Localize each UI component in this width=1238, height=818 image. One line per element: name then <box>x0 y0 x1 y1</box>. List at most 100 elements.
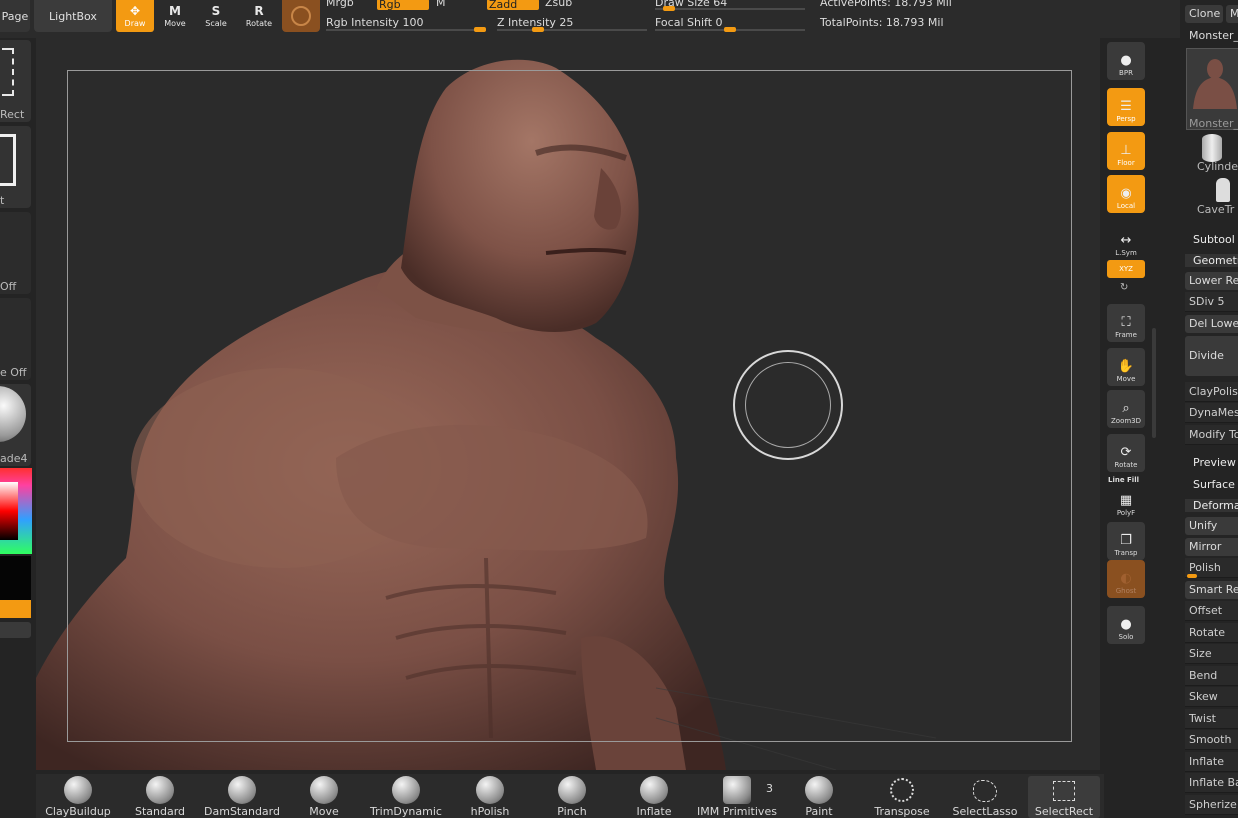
texture-off-label-2: e Off <box>0 366 27 379</box>
polyf-button[interactable]: ▦ PolyF <box>1107 482 1145 520</box>
total-points: TotalPoints: 18.793 Mil <box>820 16 944 29</box>
zsub-toggle[interactable]: Zsub <box>545 0 572 9</box>
z-intensity-knob[interactable] <box>531 27 544 32</box>
brush-selectrect[interactable]: SelectRect <box>1028 776 1100 818</box>
xyz-button[interactable]: XYZ <box>1107 260 1145 278</box>
make-polymesh-button[interactable]: M <box>1226 5 1238 23</box>
rgb-intensity-slider[interactable]: Rgb Intensity 100 <box>326 16 423 29</box>
deform-size[interactable]: Size <box>1185 644 1238 664</box>
deformation-header[interactable]: Deformat <box>1185 499 1238 512</box>
deform-spherize[interactable]: Spherize <box>1185 795 1238 815</box>
swatch-button[interactable] <box>0 622 31 638</box>
brush-standard[interactable]: Standard <box>128 776 192 818</box>
page-button[interactable]: Page <box>0 0 30 32</box>
brush-cursor-inner <box>745 362 831 448</box>
selectrect-icon <box>1053 781 1075 801</box>
frame-button[interactable]: ⛶ Frame <box>1107 304 1145 342</box>
scale-button[interactable]: S Scale <box>197 0 235 32</box>
lsym-button[interactable]: ↔ L.Sym <box>1107 222 1145 260</box>
deform-offset[interactable]: Offset <box>1185 601 1238 621</box>
hand-icon: ✋ <box>1117 359 1135 374</box>
cylinder-tool[interactable]: Cylinde <box>1197 160 1238 173</box>
cave-troll-tool[interactable]: CaveTr <box>1197 203 1234 216</box>
deform-inflate-balloon[interactable]: Inflate Bal <box>1185 773 1238 793</box>
lower-res-button[interactable]: Lower Res <box>1185 272 1238 290</box>
pinch-icon <box>558 776 586 804</box>
rgb-toggle[interactable]: Rgb <box>377 0 429 10</box>
secondary-color[interactable] <box>0 556 31 600</box>
viewport-move-button[interactable]: ✋ Move <box>1107 348 1145 386</box>
deform-smart-resym[interactable]: Smart ReS <box>1185 581 1238 599</box>
claypolish-section[interactable]: ClayPolish <box>1185 382 1238 402</box>
transp-button[interactable]: ❐ Transp <box>1107 522 1145 560</box>
brush-damstandard[interactable]: DamStandard <box>204 776 280 818</box>
clone-button[interactable]: Clone <box>1185 5 1223 23</box>
deform-skew[interactable]: Skew <box>1185 687 1238 707</box>
tool-thumbnail[interactable]: Monster_ <box>1186 48 1238 130</box>
geometry-header[interactable]: Geometr <box>1185 254 1238 267</box>
brush-transpose[interactable]: Transpose <box>870 776 934 818</box>
bpr-button[interactable]: ● BPR <box>1107 42 1145 80</box>
draw-size-track[interactable] <box>655 8 805 10</box>
zbrush-window: Page LightBox ✥ Draw M Move S Scale R Ro… <box>0 0 1238 818</box>
rgb-intensity-track[interactable] <box>326 29 486 31</box>
trimdynamic-icon <box>392 776 420 804</box>
m-toggle[interactable]: M <box>436 0 446 9</box>
mrgb-toggle[interactable]: Mrgb <box>326 0 354 9</box>
brush-selectlasso[interactable]: SelectLasso <box>950 776 1020 818</box>
brush-pinch[interactable]: Pinch <box>544 776 600 818</box>
brush-hpolish[interactable]: hPolish <box>460 776 520 818</box>
move-button[interactable]: M Move <box>156 0 194 32</box>
document-frame <box>67 70 1072 742</box>
deform-rotate[interactable]: Rotate <box>1185 623 1238 643</box>
brush-trimdynamic[interactable]: TrimDynamic <box>368 776 444 818</box>
divide-button[interactable]: Divide <box>1185 336 1238 376</box>
deform-bend[interactable]: Bend <box>1185 666 1238 686</box>
3d-viewport[interactable] <box>36 38 1100 770</box>
hpolish-icon <box>476 776 504 804</box>
deform-twist[interactable]: Twist <box>1185 709 1238 729</box>
deform-mirror[interactable]: Mirror <box>1185 538 1238 556</box>
solo-button[interactable]: ● Solo <box>1107 606 1145 644</box>
preview-header[interactable]: Preview <box>1193 456 1236 469</box>
local-button[interactable]: ◉ Local <box>1107 175 1145 213</box>
draw-size-knob[interactable] <box>663 6 676 11</box>
brush-inflate[interactable]: Inflate <box>626 776 682 818</box>
zoom3d-button[interactable]: ⌕ Zoom3D <box>1107 390 1145 428</box>
material-swatch[interactable] <box>282 0 320 32</box>
xyz-label: XYZ <box>1119 265 1133 273</box>
lightbox-button[interactable]: LightBox <box>34 0 112 32</box>
focal-shift-slider[interactable]: Focal Shift 0 <box>655 16 723 29</box>
brush-paint[interactable]: Paint <box>796 776 842 818</box>
sdiv-slider[interactable]: SDiv 5 <box>1185 292 1238 312</box>
draw-button[interactable]: ✥ Draw <box>116 0 154 32</box>
alpha-icon <box>0 134 16 186</box>
deform-smooth[interactable]: Smooth <box>1185 730 1238 750</box>
deform-inflate[interactable]: Inflate <box>1185 752 1238 772</box>
surface-header[interactable]: Surface <box>1193 478 1235 491</box>
polish-slider-knob[interactable] <box>1187 574 1197 578</box>
del-lower-button[interactable]: Del Lower <box>1185 315 1238 333</box>
color-square[interactable] <box>0 482 18 540</box>
subtool-header[interactable]: Subtool <box>1193 233 1235 246</box>
viewport-rotate-button[interactable]: ⟳ Rotate <box>1107 434 1145 472</box>
deform-unify[interactable]: Unify <box>1185 517 1238 535</box>
zadd-toggle[interactable]: Zadd <box>487 0 539 10</box>
rotate-axis-icon[interactable]: ↻ <box>1120 282 1128 293</box>
shelf-scrollbar[interactable] <box>1152 328 1156 438</box>
rotate-button[interactable]: R Rotate <box>240 0 278 32</box>
rgb-intensity-knob[interactable] <box>474 27 486 32</box>
brush-move[interactable]: Move <box>298 776 350 818</box>
ghost-button[interactable]: ◐ Ghost <box>1107 560 1145 598</box>
color-picker[interactable] <box>0 468 32 554</box>
brush-claybuildup[interactable]: ClayBuildup <box>42 776 114 818</box>
color-fill-button[interactable] <box>0 600 31 618</box>
persp-button[interactable]: ☰ Persp <box>1107 88 1145 126</box>
zoom-icon: ⌕ <box>1122 401 1130 416</box>
focal-shift-knob[interactable] <box>724 27 736 32</box>
dynamesh-section[interactable]: DynaMesh <box>1185 403 1238 423</box>
alpha-selector[interactable] <box>0 126 31 208</box>
modify-topology-section[interactable]: Modify To <box>1185 425 1238 445</box>
z-intensity-track[interactable] <box>497 29 647 31</box>
floor-button[interactable]: ⊥ Floor <box>1107 132 1145 170</box>
